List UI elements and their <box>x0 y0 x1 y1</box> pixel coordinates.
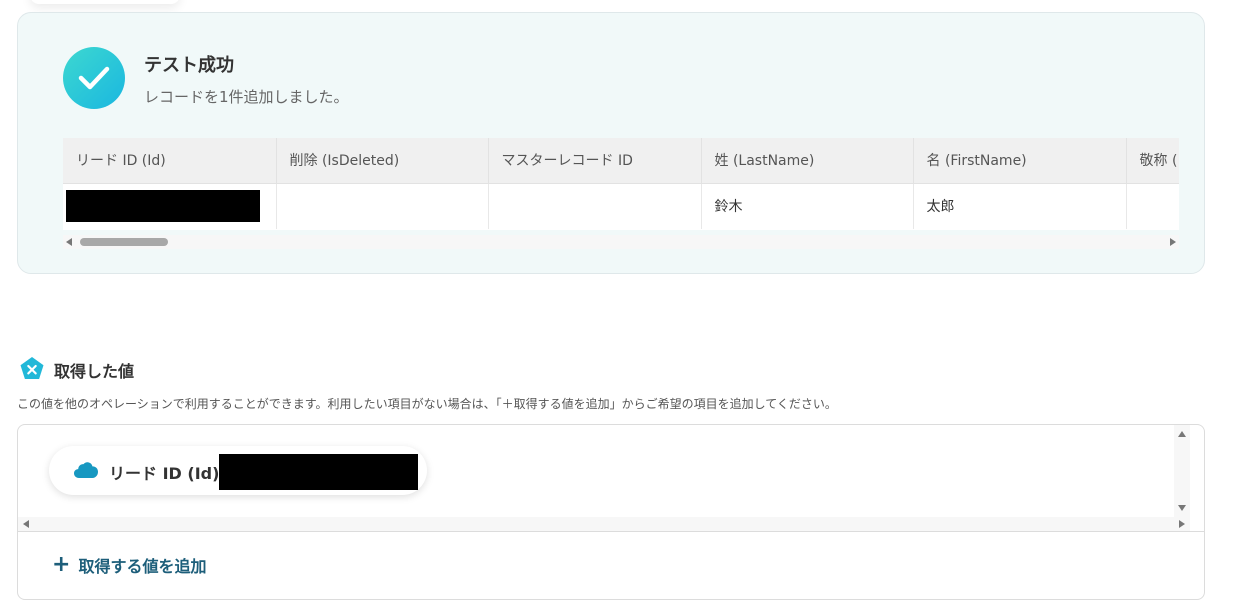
scroll-right-icon[interactable] <box>1170 238 1176 246</box>
column-header-isdeleted: 削除 (IsDeleted) <box>276 138 489 184</box>
result-title: テスト成功 <box>144 55 234 76</box>
values-vertical-scrollbar[interactable] <box>1174 425 1190 517</box>
scroll-left-icon[interactable] <box>23 520 29 528</box>
chip-label: リード ID (Id) <box>109 464 220 483</box>
cell-isdeleted <box>276 183 489 229</box>
scroll-up-icon[interactable] <box>1178 431 1186 437</box>
values-horizontal-scrollbar[interactable] <box>18 517 1190 531</box>
retrieved-values-description: この値を他のオペレーションで利用することができます。利用したい項目がない場合は、… <box>17 397 837 411</box>
previous-card-edge <box>30 0 180 4</box>
test-result-card: テスト成功 レコードを1件追加しました。 リード ID (Id) 削除 (IsD… <box>17 12 1205 274</box>
cell-master-record-id <box>488 183 702 229</box>
column-header-master-record-id: マスターレコード ID <box>488 138 702 184</box>
scrollbar-thumb[interactable] <box>80 238 168 246</box>
scroll-right-icon[interactable] <box>1179 520 1185 528</box>
scroll-left-icon[interactable] <box>66 238 72 246</box>
column-header-id: リード ID (Id) <box>63 138 277 184</box>
result-subtitle: レコードを1件追加しました。 <box>144 88 349 106</box>
value-chip-lead-id[interactable]: リード ID (Id) <box>49 446 427 495</box>
table-horizontal-scrollbar[interactable] <box>63 235 1179 249</box>
cell-id <box>63 183 277 229</box>
success-check-icon <box>63 47 125 109</box>
plus-icon: + <box>52 552 71 577</box>
records-table: リード ID (Id) 削除 (IsDeleted) マスターレコード ID 姓… <box>63 138 1179 229</box>
salesforce-cloud-icon <box>74 462 98 478</box>
table-row: 鈴木 太郎 <box>63 183 1179 229</box>
records-table-container: リード ID (Id) 削除 (IsDeleted) マスターレコード ID 姓… <box>63 138 1179 230</box>
redacted-value <box>219 454 418 490</box>
retrieved-values-box: リード ID (Id) + 取得する値を追加 <box>17 424 1205 600</box>
values-scroll-area: リード ID (Id) <box>18 425 1190 517</box>
cell-lastname: 鈴木 <box>701 183 914 229</box>
add-value-button[interactable]: + 取得する値を追加 <box>52 553 206 577</box>
redacted-id <box>66 190 260 223</box>
table-header-row: リード ID (Id) 削除 (IsDeleted) マスターレコード ID 姓… <box>63 138 1179 184</box>
column-header-firstname: 名 (FirstName) <box>913 138 1127 184</box>
cell-firstname: 太郎 <box>913 183 1127 229</box>
retrieved-values-title: 取得した値 <box>54 362 135 381</box>
add-value-label: 取得する値を追加 <box>78 557 207 576</box>
divider <box>18 531 1204 532</box>
column-header-lastname: 姓 (LastName) <box>701 138 914 184</box>
cell-salutation <box>1126 183 1179 229</box>
column-header-salutation: 敬称 ( <box>1126 138 1179 184</box>
scroll-down-icon[interactable] <box>1178 505 1186 511</box>
yoom-x-icon <box>20 357 44 379</box>
